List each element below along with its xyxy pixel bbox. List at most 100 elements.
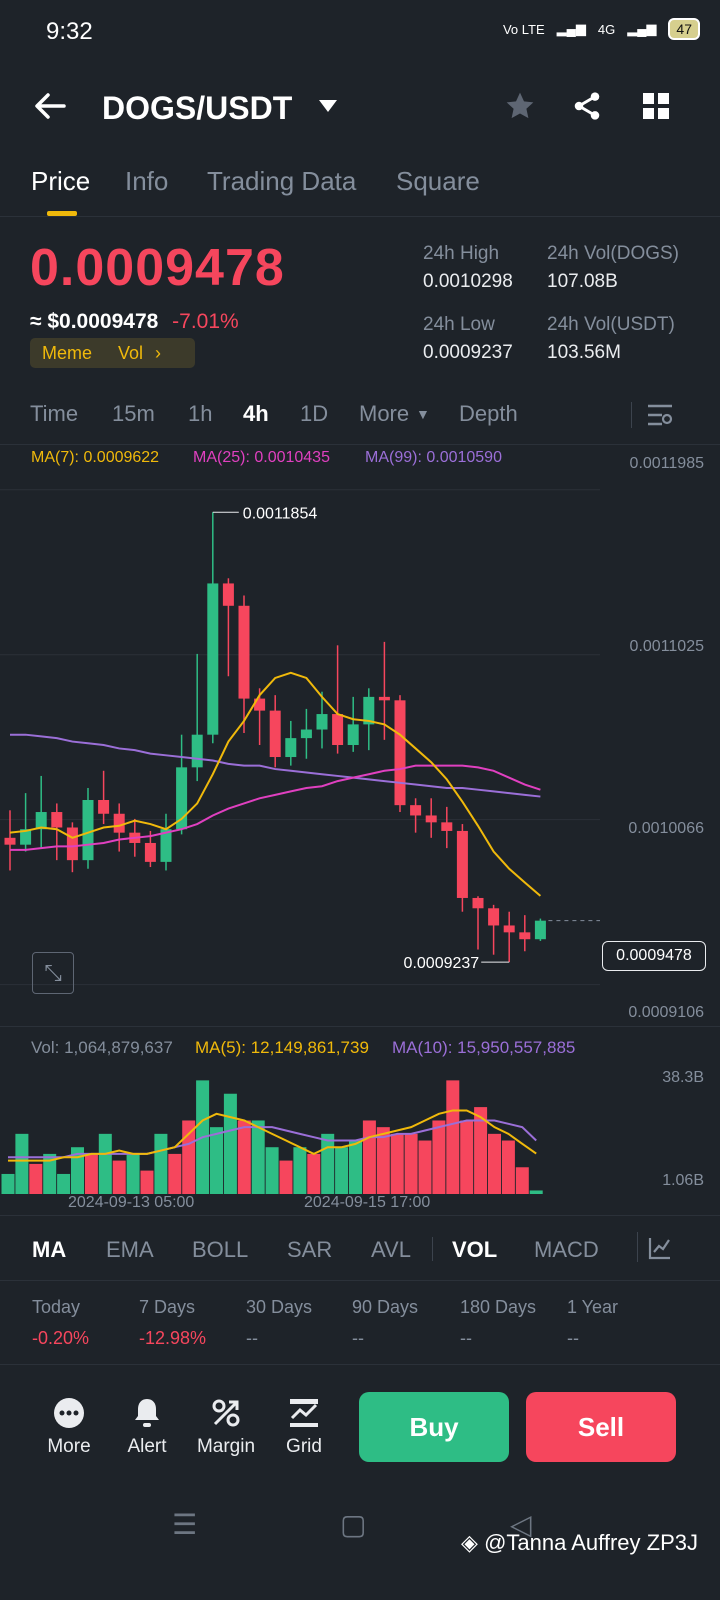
alert-button[interactable]: Alert	[107, 1396, 187, 1458]
ma99-legend: MA(99): 0.0010590	[365, 449, 502, 466]
last-price: 0.0009478	[30, 239, 285, 297]
candle-body	[285, 738, 297, 758]
price-change: -7.01%	[172, 310, 239, 333]
volume-bar	[57, 1173, 71, 1194]
recent-apps-icon[interactable]: ☰	[172, 1508, 197, 1541]
tab-price[interactable]: Price	[31, 166, 90, 197]
star-icon[interactable]	[504, 90, 536, 122]
volume-bar	[501, 1140, 515, 1194]
divider	[637, 1232, 638, 1262]
volume-bar	[390, 1133, 404, 1194]
candle-body	[222, 583, 234, 606]
chart-settings-icon[interactable]	[647, 403, 673, 427]
ind-avl[interactable]: AVL	[371, 1237, 411, 1263]
candle-body	[207, 583, 219, 735]
volume-bar	[418, 1140, 432, 1194]
price-axis-label: 0.0011985	[629, 455, 704, 472]
current-price-tag: 0.0009478	[602, 941, 706, 971]
vol-axis-label: 1.06B	[662, 1172, 704, 1189]
candle-body	[456, 830, 468, 898]
battery-icon: 47	[668, 18, 700, 40]
volume-bar	[335, 1147, 349, 1194]
vol-usdt-value: 103.56M	[547, 342, 621, 363]
expand-icon[interactable]: ⤡	[32, 952, 74, 994]
candle-body	[98, 800, 110, 814]
buy-button[interactable]: Buy	[359, 1392, 509, 1462]
volume-bar	[265, 1147, 279, 1194]
candle-body	[519, 932, 531, 940]
volume-bar	[112, 1160, 126, 1194]
volume-bar	[460, 1120, 474, 1194]
price-sub: ≈ $0.0009478 -7.01%	[30, 310, 239, 334]
tf-1d[interactable]: 1D	[300, 401, 328, 427]
indicator-settings-icon[interactable]	[648, 1236, 672, 1260]
perf-label: Today	[32, 1297, 81, 1317]
volume-bar	[432, 1120, 446, 1194]
candle-body	[488, 908, 500, 926]
chevron-down-icon[interactable]	[318, 99, 338, 113]
volte-icon: Vo LTE	[502, 21, 545, 37]
volume-bar	[307, 1153, 321, 1194]
candlestick-chart[interactable]: 0.0011854 0.0009237	[0, 470, 600, 1020]
volume-bar	[15, 1133, 29, 1194]
volume-chart[interactable]	[0, 1066, 600, 1194]
candle-body	[425, 815, 437, 823]
signal-icon-2: ▂▄▆	[627, 21, 657, 36]
sell-button[interactable]: Sell	[526, 1392, 676, 1462]
ind-sar[interactable]: SAR	[287, 1237, 332, 1263]
tf-4h[interactable]: 4h	[243, 401, 269, 427]
volume-bar	[182, 1120, 196, 1194]
perf-value: --	[460, 1328, 472, 1348]
back-arrow-icon[interactable]	[34, 92, 66, 120]
volume-bar	[515, 1167, 529, 1194]
ind-ema[interactable]: EMA	[106, 1237, 154, 1263]
grid-menu-icon[interactable]	[642, 92, 670, 120]
ind-ma[interactable]: MA	[32, 1237, 66, 1263]
low-value: 0.0009237	[423, 342, 513, 363]
chevron-right-icon: ›	[155, 342, 162, 363]
tf-1h[interactable]: 1h	[188, 401, 212, 427]
candle-body	[238, 605, 250, 699]
ind-boll[interactable]: BOLL	[192, 1237, 248, 1263]
volume-bar	[529, 1190, 543, 1194]
volume-bar	[168, 1153, 182, 1194]
tf-depth[interactable]: Depth	[459, 401, 518, 427]
tf-time[interactable]: Time	[30, 401, 78, 427]
candle-body	[82, 800, 94, 861]
candle-body	[191, 734, 203, 768]
binance-logo-icon: ◈	[461, 1530, 478, 1555]
volume-bar	[98, 1133, 112, 1194]
vol-dogs-label: 24h Vol(DOGS)	[547, 243, 679, 264]
ind-macd[interactable]: MACD	[534, 1237, 599, 1263]
tab-square[interactable]: Square	[396, 166, 480, 197]
candle-body	[378, 696, 390, 701]
tab-trading-data[interactable]: Trading Data	[207, 166, 356, 197]
high-value: 0.0010298	[423, 271, 513, 292]
grid-bot-icon	[290, 1399, 318, 1427]
share-icon[interactable]	[571, 90, 603, 122]
divider	[432, 1237, 433, 1261]
tf-15m[interactable]: 15m	[112, 401, 155, 427]
margin-icon	[212, 1399, 240, 1427]
home-icon[interactable]: ▢	[340, 1508, 366, 1541]
grid-label: Grid	[286, 1436, 322, 1457]
perf-label: 180 Days	[460, 1297, 537, 1317]
usd-price: ≈ $0.0009478	[30, 310, 159, 333]
grid-button[interactable]: Grid	[264, 1396, 344, 1458]
more-button[interactable]: More	[29, 1396, 109, 1458]
tag-meme-vol[interactable]: Meme Vol ›	[30, 338, 195, 368]
vol-ma10-legend: MA(10): 15,950,557,885	[392, 1038, 576, 1057]
tf-more[interactable]: More	[359, 401, 409, 427]
margin-button[interactable]: Margin	[186, 1396, 266, 1458]
ma7-legend: MA(7): 0.0009622	[31, 449, 160, 466]
price-axis-label: 0.0010066	[628, 820, 704, 837]
candle-body	[4, 837, 16, 845]
volume-bar	[279, 1160, 293, 1194]
price-axis-label: 0.0011025	[629, 638, 704, 655]
ind-vol[interactable]: VOL	[452, 1237, 497, 1263]
volume-bar	[321, 1133, 335, 1194]
tab-info[interactable]: Info	[125, 166, 168, 197]
status-icons: Vo LTE ▂▄▆ 4G ▂▄▆ 47	[503, 18, 700, 40]
candle-body	[394, 700, 406, 806]
pair-title[interactable]: DOGS/USDT	[102, 90, 292, 127]
